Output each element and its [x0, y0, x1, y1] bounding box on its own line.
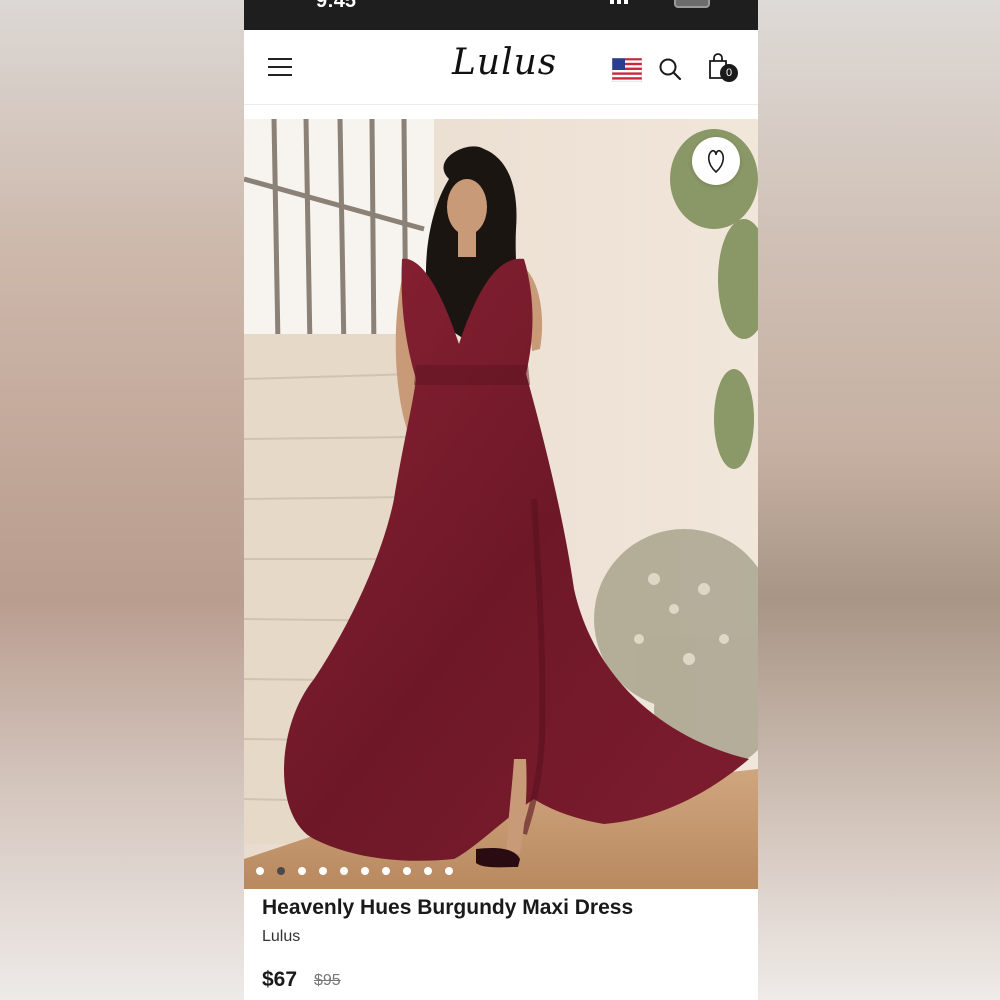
product-image[interactable]: [244, 119, 758, 889]
background-blur-right: [758, 0, 1000, 1000]
signal-icon: [610, 0, 634, 4]
carousel-dot[interactable]: [298, 867, 306, 875]
phone-screen: 9:45 Lulus 0 Heavenly Hues Burgundy Maxi…: [244, 0, 758, 1000]
product-price: $67: [262, 968, 298, 991]
us-flag-icon[interactable]: [612, 58, 642, 82]
carousel-dot[interactable]: [340, 867, 348, 875]
carousel-dot[interactable]: [403, 867, 411, 875]
search-icon[interactable]: [658, 57, 682, 81]
carousel-dot[interactable]: [256, 867, 264, 875]
carousel-dot[interactable]: [424, 867, 432, 875]
site-header: Lulus 0: [244, 30, 758, 105]
carousel-dot-active[interactable]: [277, 867, 285, 875]
heart-icon: [707, 149, 725, 174]
dress-photo: [244, 119, 758, 889]
carousel-dot[interactable]: [445, 867, 453, 875]
battery-icon: [674, 0, 710, 8]
image-carousel-dots: [256, 867, 453, 875]
product-brand[interactable]: Lulus: [262, 928, 300, 946]
carousel-dot[interactable]: [361, 867, 369, 875]
status-time: 9:45: [316, 0, 357, 12]
status-bar: 9:45: [244, 0, 758, 30]
site-logo[interactable]: Lulus: [452, 42, 557, 83]
favorite-button[interactable]: [692, 137, 740, 185]
background-blur-left: [0, 0, 244, 1000]
product-original-price: $95: [314, 972, 341, 989]
product-title: Heavenly Hues Burgundy Maxi Dress: [262, 896, 634, 919]
menu-icon[interactable]: [268, 58, 292, 76]
cart-count-badge[interactable]: 0: [720, 64, 738, 82]
carousel-dot[interactable]: [319, 867, 327, 875]
carousel-dot[interactable]: [382, 867, 390, 875]
